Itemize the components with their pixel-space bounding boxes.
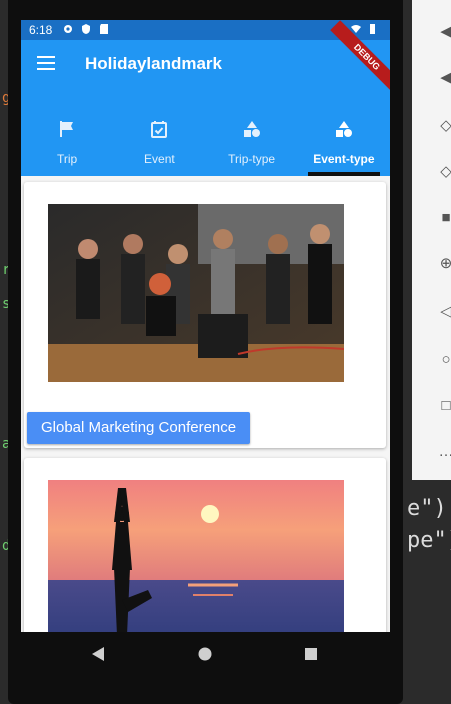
- back-icon[interactable]: ◁: [438, 304, 451, 320]
- code-line: pe"): [407, 528, 451, 553]
- category-icon: [335, 121, 352, 137]
- app-bar: Holidaylandmark DEBUG Trip Event Trip-ty…: [21, 20, 390, 176]
- camera-icon[interactable]: ■: [438, 210, 451, 226]
- zoom-icon[interactable]: ⊕: [438, 256, 451, 272]
- event-card[interactable]: Global Marketing Conference: [24, 182, 386, 448]
- status-time: 6:18: [29, 23, 53, 37]
- overview-icon[interactable]: □: [438, 398, 451, 414]
- more-icon[interactable]: …: [438, 444, 451, 460]
- emulator-toolbar: ◀ ◀ ◇ ◇ ■ ⊕ ◁ ○ □ …: [412, 0, 451, 482]
- tab-trip[interactable]: Trip: [21, 104, 113, 176]
- flag-icon: [60, 121, 74, 137]
- settings-icon: [64, 25, 72, 33]
- yoga-sunset-photo: [48, 480, 344, 632]
- sd-card-icon: [100, 24, 108, 34]
- phone-screen: 6:18 Holidaylandmark DEBUG Trip Event Tr…: [21, 20, 390, 632]
- shield-icon: [82, 24, 90, 34]
- event-type-list[interactable]: Global Marketing Conference: [21, 176, 390, 632]
- recents-button-icon[interactable]: [304, 646, 318, 662]
- back-button-icon[interactable]: [91, 646, 105, 662]
- volume-down-icon[interactable]: ◀: [438, 70, 451, 86]
- home-button-icon[interactable]: [198, 646, 212, 662]
- tab-label: Trip: [57, 152, 78, 166]
- conference-crowd-photo: [48, 204, 344, 382]
- tab-trip-type[interactable]: Trip-type: [206, 104, 298, 176]
- tab-label: Event: [144, 152, 175, 166]
- home-icon[interactable]: ○: [438, 352, 451, 368]
- tab-bar: Trip Event Trip-type Event-type: [21, 104, 390, 176]
- tab-event[interactable]: Event: [113, 104, 205, 176]
- event-title-button[interactable]: Global Marketing Conference: [27, 412, 251, 444]
- app-title: Holidaylandmark: [85, 54, 222, 73]
- calendar-check-icon: [151, 121, 168, 138]
- event-card[interactable]: [24, 458, 386, 632]
- battery-icon: [370, 24, 375, 34]
- rotate-left-icon[interactable]: ◇: [438, 118, 451, 134]
- tab-label: Event-type: [313, 152, 375, 166]
- rotate-right-icon[interactable]: ◇: [438, 164, 451, 180]
- volume-up-icon[interactable]: ◀: [438, 24, 451, 40]
- menu-icon[interactable]: [37, 56, 55, 70]
- tab-event-type[interactable]: Event-type: [298, 104, 390, 176]
- android-navigation-bar: [21, 632, 390, 676]
- code-line: e"),: [407, 496, 451, 521]
- category-icon: [243, 121, 260, 137]
- tab-label: Trip-type: [228, 152, 276, 166]
- ide-editor-right-strip: e"), pe"): [405, 480, 451, 704]
